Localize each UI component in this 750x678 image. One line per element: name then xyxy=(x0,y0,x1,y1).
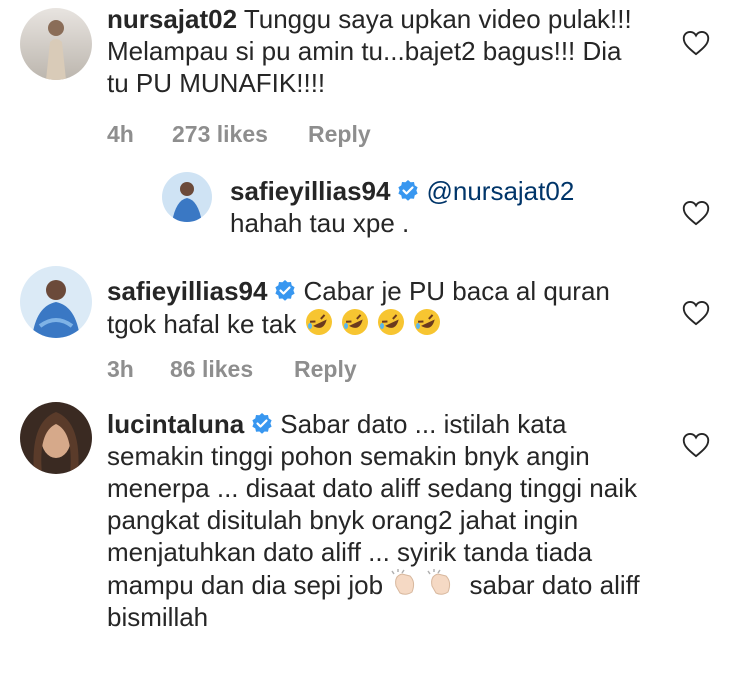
clapping-hands-emoji xyxy=(426,568,456,598)
comment-text: safieyillias94 Cabar je PU baca al quran … xyxy=(107,275,627,340)
verified-badge-icon xyxy=(396,179,420,203)
likes-count[interactable]: 86 likes xyxy=(170,356,294,383)
username[interactable]: lucintaluna xyxy=(107,409,244,439)
avatar[interactable] xyxy=(20,8,92,80)
rofl-emoji xyxy=(340,307,370,337)
comment-text: lucintaluna Sabar dato ... istilah kata s… xyxy=(107,408,647,633)
avatar-image xyxy=(20,266,92,338)
mention-link[interactable]: @nursajat02 xyxy=(426,176,574,206)
timestamp: 4h xyxy=(107,121,134,147)
avatar[interactable] xyxy=(162,172,212,222)
reply-button[interactable]: Reply xyxy=(294,356,357,383)
comment-body: hahah tau xpe . xyxy=(230,208,410,238)
likes-count[interactable]: 273 likes xyxy=(172,121,308,148)
avatar-image xyxy=(20,8,92,80)
timestamp: 3h xyxy=(107,356,134,382)
clapping-hands-emoji xyxy=(390,568,420,598)
verified-badge-icon xyxy=(273,279,297,303)
avatar-image xyxy=(162,172,212,222)
like-heart-icon[interactable] xyxy=(682,200,710,226)
avatar[interactable] xyxy=(20,266,92,338)
rofl-emoji xyxy=(376,307,406,337)
rofl-emoji xyxy=(412,307,442,337)
username[interactable]: safieyillias94 xyxy=(230,176,390,206)
rofl-emoji xyxy=(304,307,334,337)
like-heart-icon[interactable] xyxy=(682,30,710,56)
username[interactable]: nursajat02 xyxy=(107,4,237,34)
comment-text: safieyillias94 @nursajat02 hahah tau xpe … xyxy=(230,175,640,239)
reply-button[interactable]: Reply xyxy=(308,121,371,148)
comment-meta: 3h 86 likes Reply xyxy=(107,356,357,383)
comment-text: nursajat02 Tunggu saya upkan video pulak… xyxy=(107,3,647,99)
avatar-image xyxy=(20,402,92,474)
like-heart-icon[interactable] xyxy=(682,432,710,458)
like-heart-icon[interactable] xyxy=(682,300,710,326)
username[interactable]: safieyillias94 xyxy=(107,276,267,306)
verified-badge-icon xyxy=(250,412,274,436)
comment-meta: 4h 273 likes Reply xyxy=(107,121,371,148)
avatar[interactable] xyxy=(20,402,92,474)
